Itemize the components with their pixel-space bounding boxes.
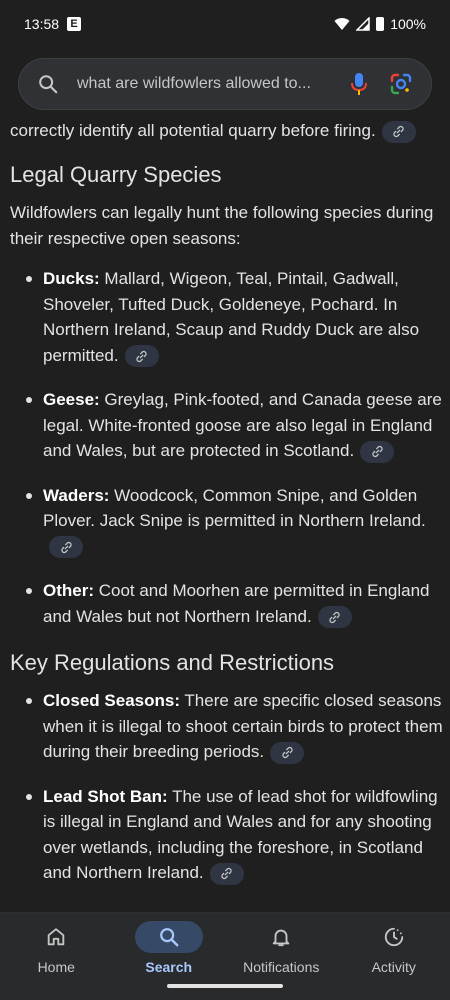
list-item-term: Ducks: (43, 269, 100, 288)
lens-search-button[interactable] (387, 70, 415, 98)
list-item-term: Waders: (43, 485, 110, 505)
lead-paragraph: correctly identify all potential quarry … (10, 118, 450, 144)
list-item: Lead Shot Ban: The use of lead shot for … (10, 784, 450, 886)
list-item-term: Geese: (43, 390, 100, 409)
nav-item-activity[interactable]: Activity (338, 913, 450, 1000)
nav-item-home[interactable]: Home (0, 913, 113, 1000)
search-bar[interactable]: what are wildfowlers allowed to... (18, 58, 432, 110)
source-link-chip[interactable] (124, 345, 159, 368)
link-icon (329, 611, 340, 623)
link-icon (372, 445, 383, 458)
nav-label: Activity (371, 959, 416, 975)
link-icon (393, 125, 404, 138)
link-icon (281, 746, 293, 759)
signal-icon (356, 17, 370, 31)
home-icon (48, 928, 65, 946)
source-link-chip[interactable] (381, 120, 416, 143)
list-item: Geese: Greylag, Pink-footed, and Canada … (10, 387, 450, 464)
nav-icon-container (360, 921, 428, 953)
search-icon (159, 928, 179, 947)
link-icon (60, 541, 72, 553)
nav-icon-container (247, 921, 315, 953)
activity-icon (384, 927, 403, 947)
source-link-chip[interactable] (360, 440, 395, 463)
app-notification-icon: E (67, 17, 82, 31)
link-icon (221, 867, 232, 880)
nav-label: Notifications (243, 959, 320, 975)
list-item: Closed Seasons: There are specific close… (10, 688, 450, 765)
regulations-list: Closed Seasons: There are specific close… (10, 688, 450, 886)
quarry-species-list: Ducks: Mallard, Wigeon, Teal, Pintail, G… (10, 266, 450, 629)
voice-search-button[interactable] (345, 70, 373, 98)
wifi-icon (334, 18, 350, 30)
ai-overview-content: correctly identify all potential quarry … (10, 118, 450, 905)
google-lens-icon (390, 73, 412, 95)
section-heading-legal-quarry: Legal Quarry Species (10, 162, 222, 187)
list-item: Waders: Woodcock, Common Snipe, and Gold… (10, 483, 450, 560)
source-link-chip[interactable] (317, 606, 352, 629)
list-item-term: Other: (43, 581, 94, 600)
battery-icon (376, 17, 385, 31)
list-item-term: Closed Seasons: (43, 691, 180, 710)
search-input[interactable]: what are wildfowlers allowed to... (77, 75, 331, 93)
battery-level: 100% (390, 16, 426, 32)
source-link-chip[interactable] (49, 536, 83, 559)
nav-label: Search (145, 959, 193, 975)
microphone-icon (351, 73, 367, 95)
status-time: 13:58 (24, 16, 60, 32)
lead-text: correctly identify all potential quarry … (10, 121, 376, 140)
home-gesture-bar[interactable] (167, 984, 283, 988)
list-item-term: Lead Shot Ban: (43, 786, 168, 806)
nav-icon-container (22, 921, 90, 953)
section-intro: Wildfowlers can legally hunt the followi… (10, 203, 434, 248)
section-heading-key-regulations: Key Regulations and Restrictions (10, 650, 335, 675)
source-link-chip[interactable] (270, 741, 305, 764)
list-item-text: Mallard, Wigeon, Teal, Pintail, Gadwall,… (43, 269, 420, 365)
list-item: Ducks: Mallard, Wigeon, Teal, Pintail, G… (10, 266, 450, 368)
nav-icon-container (134, 921, 203, 953)
source-link-chip[interactable] (209, 862, 244, 885)
nav-label: Home (37, 959, 75, 975)
list-item-text: Coot and Moorhen are permitted in Englan… (43, 581, 430, 626)
bell-icon (273, 929, 290, 947)
link-icon (136, 350, 147, 362)
status-bar: 13:58 E 100% (0, 0, 450, 48)
search-icon[interactable] (37, 73, 59, 95)
list-item: Other: Coot and Moorhen are permitted in… (10, 578, 450, 629)
